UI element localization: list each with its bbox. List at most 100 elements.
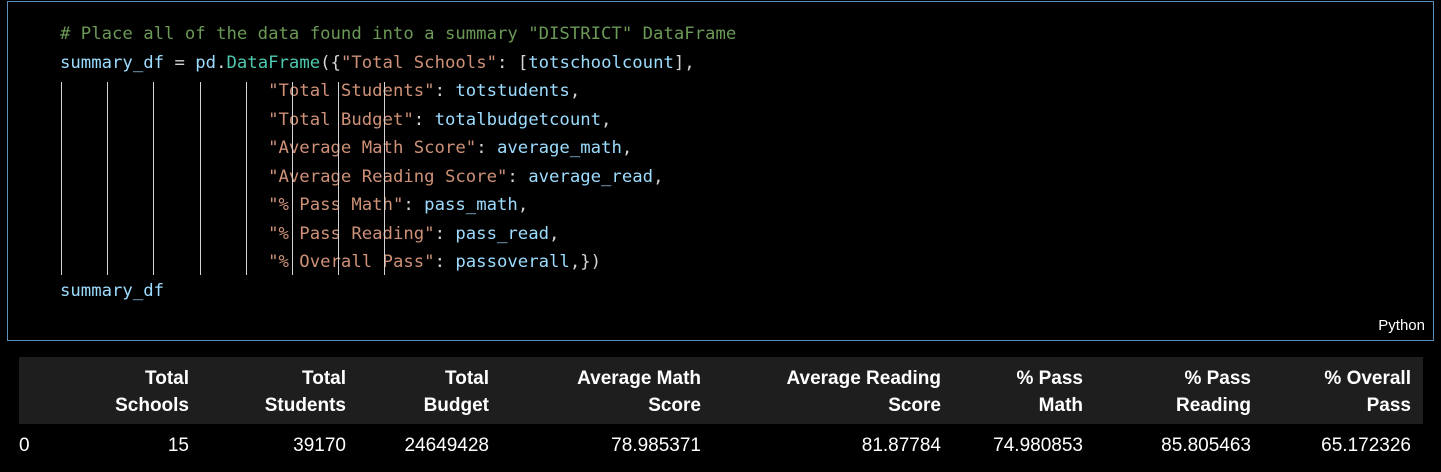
code-editor[interactable]: # Place all of the data found into a sum… — [60, 20, 736, 305]
column-header-text: Total — [445, 368, 489, 389]
code-token: ({ — [320, 52, 341, 73]
code-token: "% Overall Pass" — [268, 252, 435, 272]
dataframe-output: Total Schools Total Students Total Budget Aver… — [19, 357, 1423, 468]
code-line[interactable]: "% Pass Math": pass_math, — [60, 191, 736, 220]
table-cell: 65.172326 — [1321, 435, 1411, 456]
column-header-text: Pass — [1366, 395, 1411, 416]
table-cell: 78.985371 — [611, 435, 701, 456]
code-line[interactable]: "Average Reading Score": average_read, — [60, 163, 736, 192]
column-header-text: Budget — [423, 395, 489, 416]
column-header-text: Math — [1038, 395, 1083, 416]
code-token: : — [413, 109, 435, 130]
code-token: : — [403, 195, 425, 215]
code-token: ], — [673, 52, 695, 73]
indent-guide — [338, 82, 339, 275]
code-token: totstudents — [455, 81, 570, 101]
column-header-text: Reading — [1176, 395, 1251, 416]
table-cell: 15 — [167, 435, 189, 456]
code-line[interactable]: # Place all of the data found into a sum… — [60, 20, 736, 49]
code-token: average_math — [497, 138, 622, 158]
dataframe-body: 0 15 39170 24649428 78.985371 81.87784 74.9808… — [19, 424, 1423, 468]
code-token: "Total Budget" — [268, 109, 414, 130]
code-token: , — [621, 138, 633, 158]
column-header: Total Budget — [424, 365, 489, 419]
indent-guide — [153, 82, 154, 275]
indent-guide — [384, 82, 385, 275]
column-header-text: Score — [648, 395, 701, 416]
column-header-text: Schools — [115, 395, 189, 416]
column-header-text: % Pass — [1184, 368, 1251, 389]
code-token: : — [434, 81, 456, 101]
indent-guide — [246, 82, 247, 275]
table-row: 0 15 39170 24649428 78.985371 81.87784 74.9808… — [19, 424, 1423, 468]
column-header: Average Reading Score — [786, 365, 941, 419]
column-header-text: Total — [302, 368, 346, 389]
code-token: : — [476, 138, 497, 158]
code-token: # Place all of the data found into a sum… — [60, 24, 737, 44]
indent-guide — [200, 82, 201, 275]
code-token: "% Pass Reading" — [268, 223, 435, 244]
column-header-text: Average Reading — [786, 368, 941, 389]
column-header: % Pass Math — [1016, 365, 1083, 419]
code-token: "Average Reading Score" — [268, 166, 508, 187]
code-token: : [ — [497, 52, 529, 73]
code-token: average_read — [528, 166, 654, 187]
code-token: . — [216, 52, 227, 73]
code-line[interactable]: "Average Math Score": average_math, — [60, 134, 736, 163]
code-token: passoverall — [455, 252, 570, 272]
code-line[interactable]: summary_df — [60, 277, 736, 306]
code-token: totschoolcount — [528, 52, 674, 73]
code-token: , — [569, 81, 581, 101]
code-token: , — [517, 195, 529, 215]
code-line[interactable]: "% Pass Reading": pass_read, — [60, 220, 736, 249]
code-token: pass_math — [424, 195, 518, 215]
code-token: ,}) — [569, 252, 602, 272]
code-line[interactable]: "Total Students": totstudents, — [60, 77, 736, 106]
code-token: = — [164, 52, 196, 73]
code-token: "Average Math Score" — [268, 138, 477, 158]
column-header: % Overall Pass — [1324, 365, 1411, 419]
code-token: summary_df — [60, 52, 165, 73]
code-token: : — [434, 223, 456, 244]
column-header-text: Score — [888, 395, 941, 416]
table-cell: 24649428 — [404, 435, 489, 456]
code-token: totalbudgetcount — [434, 109, 602, 130]
indent-guide — [292, 82, 293, 275]
code-token: pass_read — [455, 223, 550, 244]
indent-guide — [61, 82, 62, 275]
column-header-text: Average Math — [577, 368, 701, 389]
table-cell: 81.87784 — [861, 435, 941, 456]
column-header-text: Students — [264, 395, 346, 416]
code-token: summary_df — [60, 280, 165, 301]
column-header: Total Schools — [115, 365, 189, 419]
code-cell[interactable]: # Place all of the data found into a sum… — [7, 1, 1434, 341]
column-header-text: Total — [145, 368, 189, 389]
table-cell: 74.980853 — [993, 435, 1083, 456]
code-token: pd — [195, 52, 217, 73]
column-header: Average Math Score — [577, 365, 701, 419]
code-line[interactable]: "Total Budget": totalbudgetcount, — [60, 106, 736, 135]
code-token: "Total Students" — [268, 81, 435, 101]
code-token: , — [653, 166, 664, 187]
column-header: % Pass Reading — [1176, 365, 1251, 419]
dataframe-header-row: Total Schools Total Students Total Budget Aver… — [19, 357, 1423, 424]
code-line[interactable]: "% Overall Pass": passoverall,}) — [60, 248, 736, 277]
column-header: Total Students — [265, 365, 346, 419]
row-index: 0 — [19, 435, 30, 456]
code-token: : — [507, 166, 529, 187]
column-header-text: % Pass — [1016, 368, 1083, 389]
cell-language-label[interactable]: Python — [1378, 317, 1425, 334]
code-token: DataFrame — [226, 52, 321, 73]
table-cell: 39170 — [293, 435, 346, 456]
code-token: : — [434, 252, 456, 272]
code-token: , — [549, 223, 560, 244]
column-header-text: % Overall — [1324, 368, 1411, 389]
code-line[interactable]: summary_df = pd.DataFrame({"Total School… — [60, 49, 736, 78]
